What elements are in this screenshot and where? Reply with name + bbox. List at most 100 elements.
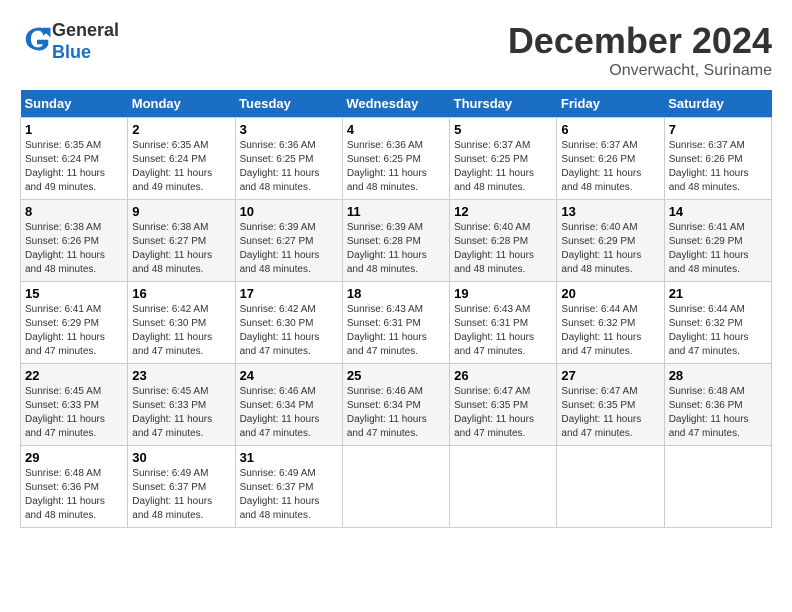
day-number: 6 xyxy=(561,122,659,137)
logo: General Blue xyxy=(20,20,119,63)
day-number: 16 xyxy=(132,286,230,301)
day-info: Sunrise: 6:48 AMSunset: 6:36 PMDaylight:… xyxy=(669,385,767,441)
day-header-monday: Monday xyxy=(128,90,235,118)
calendar-cell: 30 Sunrise: 6:49 AMSunset: 6:37 PMDayligh… xyxy=(128,446,235,528)
day-info: Sunrise: 6:41 AMSunset: 6:29 PMDaylight:… xyxy=(669,221,767,277)
day-info: Sunrise: 6:37 AMSunset: 6:26 PMDaylight:… xyxy=(561,139,659,195)
day-number: 26 xyxy=(454,368,552,383)
day-header-thursday: Thursday xyxy=(450,90,557,118)
calendar-cell: 1Sunrise: 6:35 AMSunset: 6:24 PMDaylight… xyxy=(21,118,128,200)
day-number: 22 xyxy=(25,368,123,383)
day-number: 15 xyxy=(25,286,123,301)
calendar-cell: 28 Sunrise: 6:48 AMSunset: 6:36 PMDayligh… xyxy=(664,364,771,446)
calendar-week-row: 1Sunrise: 6:35 AMSunset: 6:24 PMDaylight… xyxy=(21,118,772,200)
day-info: Sunrise: 6:42 AMSunset: 6:30 PMDaylight:… xyxy=(240,303,338,359)
day-info: Sunrise: 6:47 AMSunset: 6:35 PMDaylight:… xyxy=(454,385,552,441)
title-block: December 2024 Onverwacht, Suriname xyxy=(508,20,772,80)
calendar-cell: 13 Sunrise: 6:40 AMSunset: 6:29 PMDayligh… xyxy=(557,200,664,282)
day-number: 13 xyxy=(561,204,659,219)
logo-general: General xyxy=(52,20,119,42)
calendar-cell: 26 Sunrise: 6:47 AMSunset: 6:35 PMDayligh… xyxy=(450,364,557,446)
day-info: Sunrise: 6:49 AMSunset: 6:37 PMDaylight:… xyxy=(132,467,230,523)
location: Onverwacht, Suriname xyxy=(508,62,772,80)
day-number: 29 xyxy=(25,450,123,465)
calendar-cell: 5Sunrise: 6:37 AMSunset: 6:25 PMDaylight… xyxy=(450,118,557,200)
calendar-week-row: 8 Sunrise: 6:38 AMSunset: 6:26 PMDaylight… xyxy=(21,200,772,282)
day-number: 25 xyxy=(347,368,445,383)
day-number: 28 xyxy=(669,368,767,383)
day-info: Sunrise: 6:37 AMSunset: 6:25 PMDaylight:… xyxy=(454,139,552,195)
calendar-cell: 11Sunrise: 6:39 AMSunset: 6:28 PMDayligh… xyxy=(342,200,449,282)
day-info: Sunrise: 6:48 AMSunset: 6:36 PMDaylight:… xyxy=(25,467,123,523)
day-number: 19 xyxy=(454,286,552,301)
calendar-cell: 20 Sunrise: 6:44 AMSunset: 6:32 PMDayligh… xyxy=(557,282,664,364)
day-info: Sunrise: 6:35 AMSunset: 6:24 PMDaylight:… xyxy=(132,139,230,195)
day-info: Sunrise: 6:38 AMSunset: 6:27 PMDaylight:… xyxy=(132,221,230,277)
day-number: 8 xyxy=(25,204,123,219)
calendar-cell: 10 Sunrise: 6:39 AMSunset: 6:27 PMDayligh… xyxy=(235,200,342,282)
calendar-header-row: SundayMondayTuesdayWednesdayThursdayFrid… xyxy=(21,90,772,118)
day-number: 30 xyxy=(132,450,230,465)
day-number: 7 xyxy=(669,122,767,137)
calendar-cell: 6 Sunrise: 6:37 AMSunset: 6:26 PMDaylight… xyxy=(557,118,664,200)
day-info: Sunrise: 6:43 AMSunset: 6:31 PMDaylight:… xyxy=(347,303,445,359)
day-info: Sunrise: 6:39 AMSunset: 6:27 PMDaylight:… xyxy=(240,221,338,277)
day-info: Sunrise: 6:40 AMSunset: 6:29 PMDaylight:… xyxy=(561,221,659,277)
calendar-cell xyxy=(557,446,664,528)
calendar-cell: 31Sunrise: 6:49 AMSunset: 6:37 PMDayligh… xyxy=(235,446,342,528)
calendar-cell xyxy=(450,446,557,528)
logo-text: General Blue xyxy=(52,20,119,63)
day-info: Sunrise: 6:47 AMSunset: 6:35 PMDaylight:… xyxy=(561,385,659,441)
day-info: Sunrise: 6:45 AMSunset: 6:33 PMDaylight:… xyxy=(25,385,123,441)
calendar-week-row: 29 Sunrise: 6:48 AMSunset: 6:36 PMDayligh… xyxy=(21,446,772,528)
calendar-cell: 24 Sunrise: 6:46 AMSunset: 6:34 PMDayligh… xyxy=(235,364,342,446)
calendar-cell: 9 Sunrise: 6:38 AMSunset: 6:27 PMDaylight… xyxy=(128,200,235,282)
calendar-table: SundayMondayTuesdayWednesdayThursdayFrid… xyxy=(20,90,772,528)
calendar-cell: 18 Sunrise: 6:43 AMSunset: 6:31 PMDayligh… xyxy=(342,282,449,364)
calendar-cell: 25 Sunrise: 6:46 AMSunset: 6:34 PMDayligh… xyxy=(342,364,449,446)
calendar-cell: 27 Sunrise: 6:47 AMSunset: 6:35 PMDayligh… xyxy=(557,364,664,446)
day-header-sunday: Sunday xyxy=(21,90,128,118)
calendar-cell: 2 Sunrise: 6:35 AMSunset: 6:24 PMDaylight… xyxy=(128,118,235,200)
day-number: 2 xyxy=(132,122,230,137)
day-info: Sunrise: 6:41 AMSunset: 6:29 PMDaylight:… xyxy=(25,303,123,359)
calendar-cell: 4 Sunrise: 6:36 AMSunset: 6:25 PMDaylight… xyxy=(342,118,449,200)
calendar-cell xyxy=(342,446,449,528)
day-number: 4 xyxy=(347,122,445,137)
day-number: 20 xyxy=(561,286,659,301)
calendar-week-row: 15 Sunrise: 6:41 AMSunset: 6:29 PMDayligh… xyxy=(21,282,772,364)
day-info: Sunrise: 6:49 AMSunset: 6:37 PMDaylight:… xyxy=(240,467,338,523)
calendar-week-row: 22 Sunrise: 6:45 AMSunset: 6:33 PMDayligh… xyxy=(21,364,772,446)
day-number: 17 xyxy=(240,286,338,301)
day-info: Sunrise: 6:46 AMSunset: 6:34 PMDaylight:… xyxy=(347,385,445,441)
day-info: Sunrise: 6:38 AMSunset: 6:26 PMDaylight:… xyxy=(25,221,123,277)
day-info: Sunrise: 6:44 AMSunset: 6:32 PMDaylight:… xyxy=(561,303,659,359)
day-header-friday: Friday xyxy=(557,90,664,118)
day-number: 27 xyxy=(561,368,659,383)
day-info: Sunrise: 6:44 AMSunset: 6:32 PMDaylight:… xyxy=(669,303,767,359)
calendar-cell: 8 Sunrise: 6:38 AMSunset: 6:26 PMDaylight… xyxy=(21,200,128,282)
page-header: General Blue December 2024 Onverwacht, S… xyxy=(20,20,772,80)
logo-icon xyxy=(22,24,52,54)
day-info: Sunrise: 6:45 AMSunset: 6:33 PMDaylight:… xyxy=(132,385,230,441)
calendar-cell xyxy=(664,446,771,528)
calendar-cell: 22 Sunrise: 6:45 AMSunset: 6:33 PMDayligh… xyxy=(21,364,128,446)
day-number: 23 xyxy=(132,368,230,383)
day-info: Sunrise: 6:46 AMSunset: 6:34 PMDaylight:… xyxy=(240,385,338,441)
day-info: Sunrise: 6:39 AMSunset: 6:28 PMDaylight:… xyxy=(347,221,445,277)
day-number: 10 xyxy=(240,204,338,219)
day-info: Sunrise: 6:36 AMSunset: 6:25 PMDaylight:… xyxy=(347,139,445,195)
calendar-cell: 3Sunrise: 6:36 AMSunset: 6:25 PMDaylight… xyxy=(235,118,342,200)
day-number: 3 xyxy=(240,122,338,137)
month-title: December 2024 xyxy=(508,20,772,62)
calendar-cell: 19Sunrise: 6:43 AMSunset: 6:31 PMDayligh… xyxy=(450,282,557,364)
calendar-cell: 17 Sunrise: 6:42 AMSunset: 6:30 PMDayligh… xyxy=(235,282,342,364)
day-header-tuesday: Tuesday xyxy=(235,90,342,118)
day-info: Sunrise: 6:42 AMSunset: 6:30 PMDaylight:… xyxy=(132,303,230,359)
logo-blue: Blue xyxy=(52,42,119,64)
day-info: Sunrise: 6:37 AMSunset: 6:26 PMDaylight:… xyxy=(669,139,767,195)
day-number: 18 xyxy=(347,286,445,301)
day-number: 24 xyxy=(240,368,338,383)
day-number: 9 xyxy=(132,204,230,219)
calendar-cell: 21Sunrise: 6:44 AMSunset: 6:32 PMDayligh… xyxy=(664,282,771,364)
